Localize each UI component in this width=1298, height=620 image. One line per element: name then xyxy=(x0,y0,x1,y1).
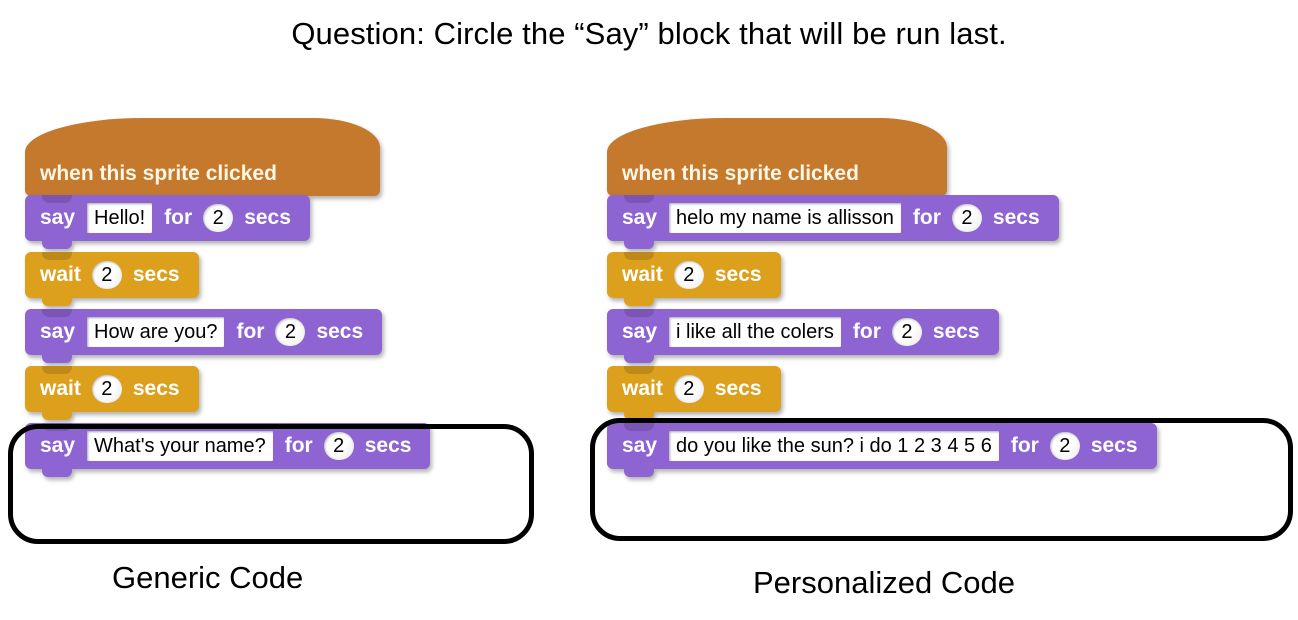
block-row: say helo my name is allisson for 2 secs xyxy=(607,195,1059,253)
say-keyword: say xyxy=(622,206,658,229)
block-row: say How are you? for 2 secs xyxy=(25,309,383,367)
secs-number-field[interactable]: 2 xyxy=(951,204,982,232)
for-keyword: for xyxy=(284,434,313,457)
say-block-1[interactable]: say Hello! for 2 secs xyxy=(25,195,310,249)
wait-keyword: wait xyxy=(622,263,663,286)
wait-block-2[interactable]: wait 2 secs xyxy=(607,366,781,420)
script-stack-personalized: when this sprite clicked say helo my nam… xyxy=(607,118,1157,481)
secs-number-field[interactable]: 2 xyxy=(323,432,354,460)
hat-dome xyxy=(25,118,380,152)
say-block-2[interactable]: say i like all the colers for 2 secs xyxy=(607,309,999,363)
secs-number-field[interactable]: 2 xyxy=(203,204,234,232)
hat-block-when-this-sprite-clicked[interactable]: when this sprite clicked xyxy=(25,118,380,204)
secs-keyword: secs xyxy=(714,263,762,286)
block-row: say Hello! for 2 secs xyxy=(25,195,380,253)
say-block-3[interactable]: say do you like the sun? i do 1 2 3 4 5 … xyxy=(607,423,1157,477)
secs-number-field[interactable]: 2 xyxy=(673,261,704,289)
say-keyword: say xyxy=(622,320,658,343)
secs-keyword: secs xyxy=(244,206,291,229)
say-block-3[interactable]: say What's your name? for 2 secs xyxy=(25,423,431,477)
wait-block-1[interactable]: wait 2 secs xyxy=(25,252,199,306)
for-keyword: for xyxy=(852,320,881,343)
say-message-field[interactable]: What's your name? xyxy=(87,431,273,461)
hat-body: when this sprite clicked xyxy=(607,152,947,204)
secs-number-field[interactable]: 2 xyxy=(891,318,922,346)
say-message-field[interactable]: How are you? xyxy=(87,317,225,347)
say-keyword: say xyxy=(40,434,76,457)
block-row: say What's your name? for 2 secs xyxy=(25,423,431,481)
hat-body: when this sprite clicked xyxy=(25,152,380,204)
block-row: say i like all the colers for 2 secs xyxy=(607,309,999,367)
wait-keyword: wait xyxy=(40,263,81,286)
block-row: wait 2 secs xyxy=(25,366,380,424)
hat-label: when this sprite clicked xyxy=(622,162,859,185)
block-row: say do you like the sun? i do 1 2 3 4 5 … xyxy=(607,423,1157,481)
hat-dome xyxy=(607,118,947,152)
for-keyword: for xyxy=(236,320,265,343)
secs-keyword: secs xyxy=(316,320,364,343)
secs-keyword: secs xyxy=(992,206,1040,229)
hat-label: when this sprite clicked xyxy=(40,162,277,185)
page-title: Question: Circle the “Say” block that wi… xyxy=(291,16,1007,51)
for-keyword: for xyxy=(1010,434,1039,457)
secs-number-field[interactable]: 2 xyxy=(275,318,306,346)
block-row: wait 2 secs xyxy=(607,366,947,424)
say-keyword: say xyxy=(622,434,658,457)
caption-personalized-code: Personalized Code xyxy=(753,565,1015,600)
for-keyword: for xyxy=(164,206,193,229)
secs-number-field[interactable]: 2 xyxy=(673,375,704,403)
block-row: wait 2 secs xyxy=(25,252,380,310)
secs-keyword: secs xyxy=(364,434,412,457)
wait-block-2[interactable]: wait 2 secs xyxy=(25,366,199,420)
wait-block-1[interactable]: wait 2 secs xyxy=(607,252,781,306)
say-keyword: say xyxy=(40,320,76,343)
say-block-1[interactable]: say helo my name is allisson for 2 secs xyxy=(607,195,1059,249)
secs-keyword: secs xyxy=(1090,434,1138,457)
secs-number-field[interactable]: 2 xyxy=(91,261,122,289)
say-message-field[interactable]: helo my name is allisson xyxy=(669,203,901,233)
script-column-personalized: when this sprite clicked say helo my nam… xyxy=(607,118,1157,481)
wait-keyword: wait xyxy=(622,377,663,400)
secs-number-field[interactable]: 2 xyxy=(1049,432,1080,460)
secs-number-field[interactable]: 2 xyxy=(91,375,122,403)
secs-keyword: secs xyxy=(714,377,762,400)
secs-keyword: secs xyxy=(932,320,980,343)
hat-block-when-this-sprite-clicked[interactable]: when this sprite clicked xyxy=(607,118,947,204)
say-message-field[interactable]: do you like the sun? i do 1 2 3 4 5 6 xyxy=(669,431,999,461)
say-block-2[interactable]: say How are you? for 2 secs xyxy=(25,309,383,363)
caption-generic-code: Generic Code xyxy=(112,560,304,595)
secs-keyword: secs xyxy=(132,263,180,286)
secs-keyword: secs xyxy=(132,377,180,400)
say-message-field[interactable]: Hello! xyxy=(87,203,153,233)
block-row: wait 2 secs xyxy=(607,252,947,310)
for-keyword: for xyxy=(912,206,941,229)
script-stack-generic: when this sprite clicked say Hello! for … xyxy=(25,118,431,481)
say-keyword: say xyxy=(40,206,76,229)
say-message-field[interactable]: i like all the colers xyxy=(669,317,841,347)
script-column-generic: when this sprite clicked say Hello! for … xyxy=(25,118,431,481)
wait-keyword: wait xyxy=(40,377,81,400)
